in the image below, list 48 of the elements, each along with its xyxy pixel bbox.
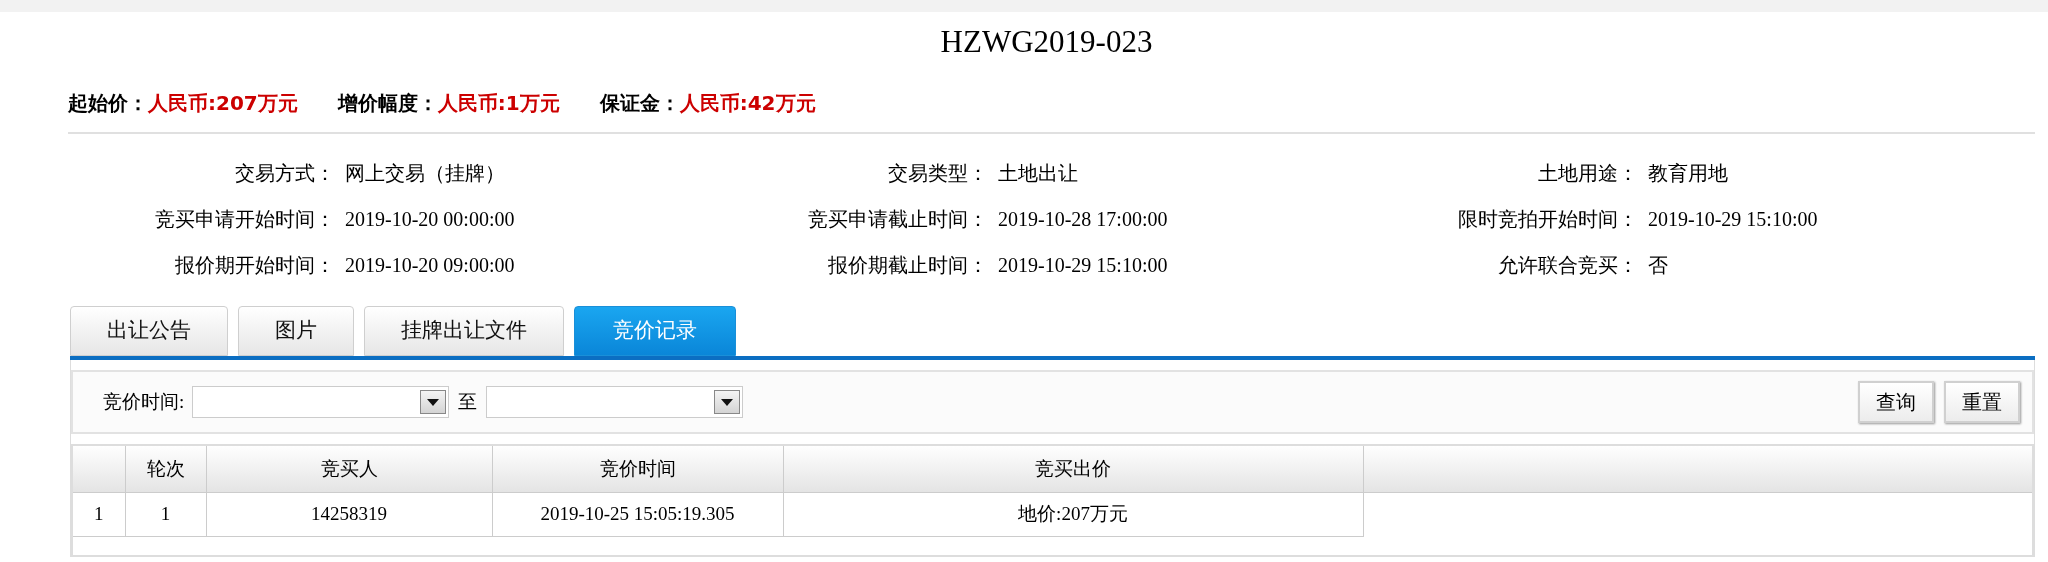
filter-label: 竞价时间: [103,389,185,414]
info-value: 教育用地 [1647,161,1729,186]
table-cell: 14258319 [206,492,492,536]
table-cell: 2019-10-25 15:05:19.305 [492,492,783,536]
column-header: 竞买出价 [783,445,1363,492]
reset-button[interactable]: 重置 [1944,381,2020,423]
table-cell: 1 [125,492,206,536]
price-label: 起始价： [68,90,148,117]
date-from-field[interactable] [192,386,450,418]
tab[interactable]: 出让公告 [70,306,228,356]
info-label: 土地用途： [1537,161,1639,186]
info-value: 2019-10-29 15:10:00 [1647,207,1819,232]
info-label: 限时竞拍开始时间： [1457,207,1639,232]
caret-icon [721,398,734,406]
caret-icon [427,398,440,406]
price-value: 人民币:1万元 [437,90,560,117]
info-value: 2019-10-28 17:00:00 [997,207,1169,232]
tab[interactable]: 图片 [238,306,354,356]
info-value: 2019-10-29 15:10:00 [997,253,1169,278]
info-label: 交易类型： [887,161,989,186]
dropdown-button[interactable] [714,390,741,414]
column-header: 轮次 [125,445,206,492]
price-label: 保证金： [599,90,680,117]
price-value: 人民币:42万元 [679,90,816,117]
info-label: 报价期开始时间： [174,253,336,278]
info-label: 竞买申请开始时间： [154,207,336,232]
price-value: 人民币:207万元 [148,90,298,117]
info-label: 竞买申请截止时间： [807,207,989,232]
page-title: HZWG2019-023 [939,23,1154,61]
info-label: 交易方式： [234,161,336,186]
info-value: 土地出让 [997,161,1079,186]
dropdown-button[interactable] [420,390,447,414]
row-number: 1 [72,492,125,536]
info-value: 网上交易（挂牌） [344,161,506,186]
price-label: 增价幅度： [337,90,438,117]
info-value: 否 [1647,253,1669,278]
table-cell: 地价:207万元 [783,492,1363,536]
info-label: 允许联合竞买： [1497,253,1639,278]
info-value: 2019-10-20 00:00:00 [344,207,516,232]
header-cell [72,445,125,492]
query-button[interactable]: 查询 [1858,381,1934,423]
column-header: 竞价时间 [492,445,783,492]
tab[interactable]: 挂牌出让文件 [364,306,564,356]
separator-label: 至 [458,389,478,414]
info-label: 报价期截止时间： [827,253,989,278]
column-header: 竞买人 [206,445,492,492]
info-value: 2019-10-20 09:00:00 [344,253,516,278]
date-to-field[interactable] [486,386,744,418]
